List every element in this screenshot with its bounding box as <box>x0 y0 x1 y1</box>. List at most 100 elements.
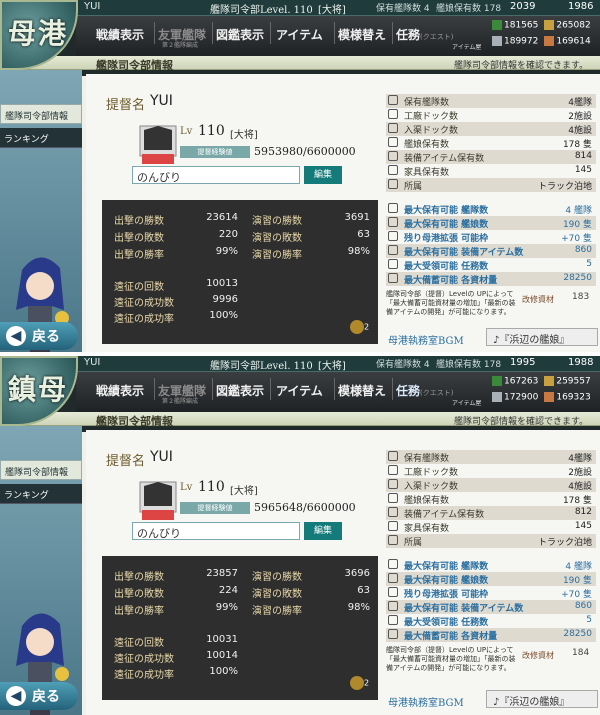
stat-label: 遠征の回数 <box>114 282 164 293</box>
medal-count: 2 <box>364 322 370 332</box>
sidebar-item-hq-info[interactable]: 艦隊司令部情報 <box>0 460 82 480</box>
ammo-icon <box>544 376 555 386</box>
sidebar-item-ranking[interactable]: ランキング <box>0 484 82 504</box>
girl-icon <box>388 217 398 227</box>
girl-icon <box>388 573 398 583</box>
nav-book[interactable]: 図鑑表示 <box>216 382 264 399</box>
stat-label: 演習の勝率 <box>252 250 302 261</box>
edit-button[interactable]: 編集 <box>304 522 342 540</box>
rank-top: [大将] <box>318 5 346 16</box>
sidebar-item-ranking[interactable]: ランキング <box>0 128 82 148</box>
nav-quest[interactable]: 任務 <box>396 382 420 399</box>
info-label: 最大保有可能 艦隊数 <box>404 562 489 572</box>
nav-divider <box>392 22 393 44</box>
kai-label: 改修資材 <box>522 295 554 304</box>
girl-icon <box>388 493 398 503</box>
bauxite-value: 169323 <box>556 392 591 403</box>
comment-field[interactable]: のんびり <box>132 522 300 540</box>
kai-count: 1986 <box>568 1 594 12</box>
ammo-value: 259557 <box>556 376 591 387</box>
nav-book[interactable]: 図鑑表示 <box>216 26 264 43</box>
stat-label: 遠征の成功数 <box>114 298 174 309</box>
info-value: 4艦隊 <box>568 454 592 464</box>
info-value: 2施設 <box>568 468 592 478</box>
exp-label: 提督経験値 <box>180 502 250 514</box>
resource-icon <box>388 629 398 639</box>
info-value: 4 艦隊 <box>565 562 592 572</box>
kai-value: 184 <box>572 648 590 658</box>
nav-record[interactable]: 戦績表示 <box>96 26 144 43</box>
nav-org-sub: 第２艦隊編成 <box>162 42 199 49</box>
edit-button[interactable]: 編集 <box>304 166 342 184</box>
steel-value: 172900 <box>504 392 539 403</box>
info-value: 812 <box>574 507 592 517</box>
stat-value: 63 <box>357 585 370 596</box>
nav-divider <box>212 378 213 400</box>
info-label: 工廠ドック数 <box>404 112 459 122</box>
arrow-left-icon: ◀ <box>6 686 26 706</box>
stat-label: 演習の敗数 <box>252 589 302 600</box>
stat-value: 99% <box>215 246 238 257</box>
admiral-label: 提督名 <box>106 454 146 469</box>
comment-field[interactable]: のんびり <box>132 166 300 184</box>
kai-value: 183 <box>572 292 590 302</box>
info-label: 家具保有数 <box>404 168 450 178</box>
info-label: 最大備蓄可能 各資材量 <box>404 276 498 286</box>
nav-quest[interactable]: 任務 <box>396 26 420 43</box>
nav-record[interactable]: 戦績表示 <box>96 382 144 399</box>
level-label: Lv <box>180 482 193 493</box>
panel-1: 母港 YUI 艦隊司令部Level. 110 [大将] 保有艦隊数 4 艦娘保有… <box>0 0 600 352</box>
stat-label: 遠征の成功数 <box>114 654 174 665</box>
info-value: 860 <box>574 601 592 611</box>
ammo-value: 265082 <box>556 20 591 31</box>
stat-value: 23614 <box>206 212 238 223</box>
info-label: 艦娘保有数 <box>404 140 450 150</box>
info-label: 最大受領可能 任務数 <box>404 618 489 628</box>
nav-divider <box>212 22 213 44</box>
bauxite-value: 169614 <box>556 36 591 47</box>
bgm-label: 母港執務室BGM <box>388 698 464 709</box>
stat-value: 63 <box>357 229 370 240</box>
nav-divider <box>270 378 271 400</box>
fleet-count: 保有艦隊数 4 <box>376 4 430 14</box>
bgm-select[interactable]: ♪『浜辺の艦娘』 <box>486 328 598 346</box>
info-value: 2施設 <box>568 112 592 122</box>
back-button[interactable]: ◀ 戻る <box>0 682 78 710</box>
info-label: 残り母港拡張 可能枠 <box>404 590 489 600</box>
bgm-select[interactable]: ♪『浜辺の艦娘』 <box>486 690 598 708</box>
nav-item[interactable]: アイテム <box>276 26 323 43</box>
info-value: 4施設 <box>568 482 592 492</box>
resource-box: 181565 265082 189972 169614 <box>492 18 600 54</box>
stat-label: 出撃の勝率 <box>114 606 164 617</box>
info-label: 最大保有可能 装備アイテム数 <box>404 248 524 258</box>
stat-value: 3696 <box>344 568 370 579</box>
info-value: 145 <box>574 165 592 175</box>
stat-value: 98% <box>347 602 370 613</box>
nav-divider <box>334 22 335 44</box>
stat-value: 100% <box>209 666 238 677</box>
sidebar-item-hq-info[interactable]: 艦隊司令部情報 <box>0 104 82 124</box>
steel-value: 189972 <box>504 36 539 47</box>
content: 提督名 YUI Lv 110 [大将] 提督経験値 5965648/660000… <box>86 430 600 715</box>
fleet-icon <box>388 203 398 213</box>
item-shop-label[interactable]: アイテム屋 <box>452 398 481 407</box>
stat-value: 10031 <box>206 634 238 645</box>
item-shop-label[interactable]: アイテム屋 <box>452 42 481 51</box>
info-table: 保有艦隊数 4艦隊 工廠ドック数 2施設 入渠ドック数 4施設 艦娘保有数 178 隻 … <box>386 450 596 642</box>
nav-org-sub: 第２艦隊編成 <box>162 398 199 405</box>
fuel-icon <box>492 20 502 30</box>
nav-item[interactable]: アイテム <box>276 382 323 399</box>
nav-divider <box>154 378 155 400</box>
base-icon <box>388 179 398 189</box>
resource-box: 167263 259557 172900 169323 <box>492 374 600 410</box>
back-button[interactable]: ◀ 戻る <box>0 322 78 350</box>
fuel-value: 181565 <box>504 20 539 31</box>
info-table: 保有艦隊数 4艦隊 工廠ドック数 2施設 入渠ドック数 4施設 艦娘保有数 178 隻 … <box>386 94 596 286</box>
ammo-icon <box>544 20 555 30</box>
nav-remodel[interactable]: 模様替え <box>338 382 386 399</box>
stat-label: 出撃の勝数 <box>114 216 164 227</box>
repair-icon <box>388 479 398 489</box>
sidebar: 艦隊司令部情報 ランキング <box>0 70 82 352</box>
medal-icon <box>350 320 364 334</box>
nav-remodel[interactable]: 模様替え <box>338 26 386 43</box>
